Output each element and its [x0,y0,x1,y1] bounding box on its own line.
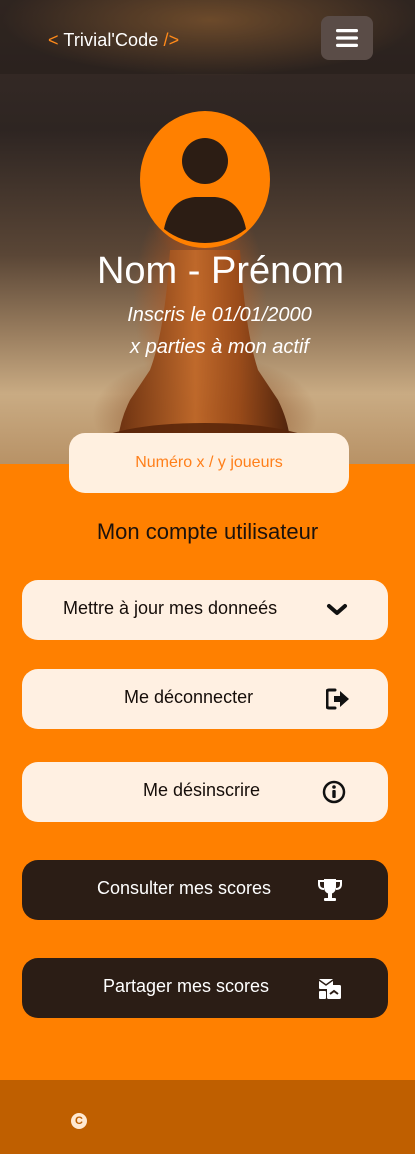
share-envelope-icon [316,974,344,1002]
profile-games-count: x parties à mon actif [130,336,309,358]
logout-button[interactable]: Me déconnecter [22,669,388,729]
navbar: < Trivial'Code /> [0,0,415,74]
hamburger-icon [336,29,358,47]
view-scores-button[interactable]: Consulter mes scores [22,860,388,920]
info-circle-icon [320,778,348,806]
unsubscribe-label: Me désinscrire [143,780,261,800]
account-section-title: Mon compte utilisateur [96,519,319,544]
profile-registration-date: Inscris le 01/01/2000 [127,304,312,326]
sign-out-icon [324,685,352,713]
update-data-label: Mettre à jour mes donneés [63,598,278,618]
trophy-icon [316,876,344,904]
copyright-icon: C [71,1113,87,1129]
share-scores-button[interactable]: Partager mes scores [22,958,388,1018]
profile-name: Nom - Prénom [96,250,345,292]
view-scores-label: Consulter mes scores [97,878,272,898]
footer [0,1080,415,1154]
brand-logo[interactable]: < Trivial'Code /> [48,30,179,51]
logout-label: Me déconnecter [124,687,254,707]
share-scores-label: Partager mes scores [103,976,270,996]
unsubscribe-button[interactable]: Me désinscrire [22,762,388,822]
update-data-button[interactable]: Mettre à jour mes donneés [22,580,388,640]
user-avatar-icon [140,111,270,248]
menu-toggle-button[interactable] [321,16,373,60]
player-rank-badge: Numéro x / y joueurs [69,433,349,493]
chevron-down-icon [323,596,351,624]
